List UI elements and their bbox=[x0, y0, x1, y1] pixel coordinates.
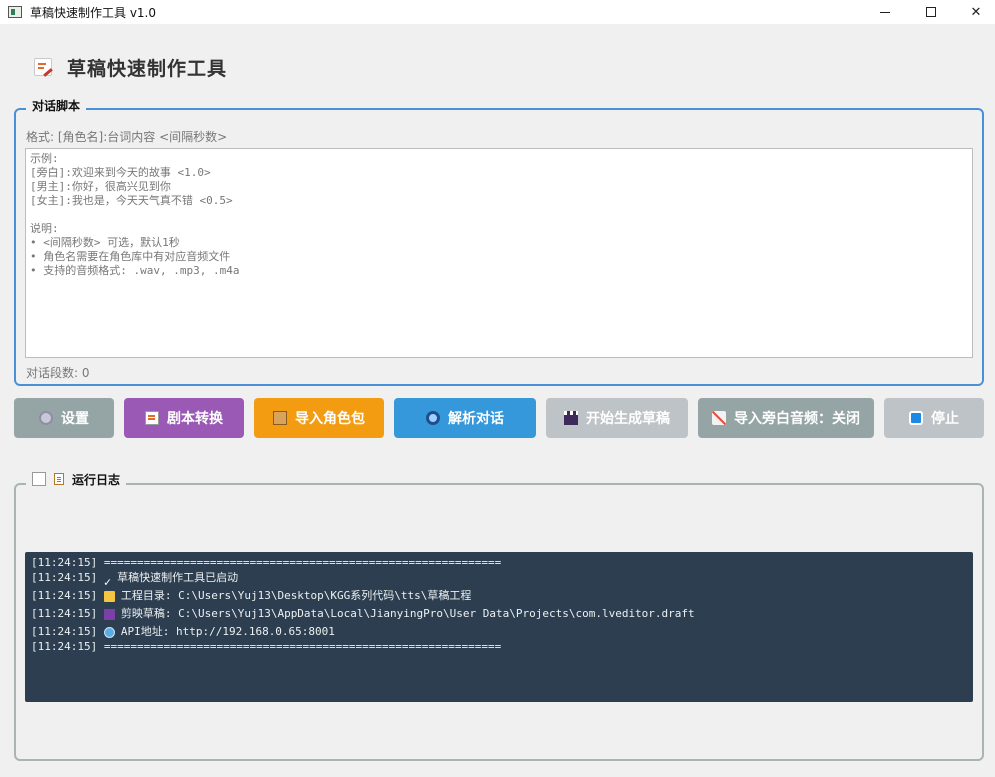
check-icon: ✓ bbox=[103, 574, 112, 589]
page-title: 草稿快速制作工具 bbox=[67, 58, 228, 80]
maximize-icon bbox=[926, 7, 936, 17]
log-line: [11:24:15] ✓ 草稿快速制作工具已启动 bbox=[31, 569, 967, 589]
log-line: [11:24:15] 剪映草稿: C:\Users\Yuj13\AppData\… bbox=[31, 605, 967, 623]
clapper-icon bbox=[564, 411, 578, 425]
maximize-button[interactable] bbox=[908, 0, 954, 24]
minimize-icon bbox=[880, 11, 890, 13]
memo-icon bbox=[34, 58, 53, 77]
script-line: • 角色名需要在角色库中有对应音频文件 bbox=[30, 250, 231, 263]
memo-icon bbox=[145, 411, 159, 425]
stop-icon bbox=[909, 411, 923, 425]
log-line: [11:24:15] 工程目录: C:\Users\Yuj13\Desktop\… bbox=[31, 587, 967, 605]
log-text: 草稿快速制作工具已启动 bbox=[117, 571, 239, 584]
log-group-legend: 运行日志 bbox=[26, 471, 127, 487]
window-title: 草稿快速制作工具 v1.0 bbox=[30, 5, 157, 20]
log-time: [11:24:15] bbox=[31, 625, 104, 638]
globe-icon bbox=[103, 626, 115, 638]
script-convert-button-label: 剧本转换 bbox=[167, 411, 223, 427]
mute-icon bbox=[712, 411, 726, 425]
package-icon bbox=[273, 411, 287, 425]
script-textarea[interactable]: 示例: [旁白]:欢迎来到今天的故事 <1.0> [男主]:你好，很高兴见到你 [女主… bbox=[25, 148, 973, 358]
narration-audio-toggle-label: 导入旁白音频：关闭 bbox=[734, 411, 860, 427]
clipboard-icon bbox=[54, 473, 64, 485]
close-icon: ✕ bbox=[970, 4, 982, 20]
import-role-pack-button[interactable]: 导入角色包 bbox=[254, 398, 384, 438]
import-role-pack-button-label: 导入角色包 bbox=[295, 411, 365, 427]
generate-draft-button-label: 开始生成草稿 bbox=[586, 411, 670, 427]
magnifier-icon bbox=[426, 411, 440, 425]
log-time: [11:24:15] bbox=[31, 640, 104, 653]
folder-icon bbox=[103, 590, 115, 602]
script-line bbox=[30, 208, 968, 222]
format-hint: 格式: [角色名]:台词内容 <间隔秒数> bbox=[26, 130, 228, 144]
log-text: ========================================… bbox=[103, 640, 502, 653]
dialog-count: 对话段数: 0 bbox=[26, 366, 90, 380]
close-button[interactable]: ✕ bbox=[953, 0, 995, 24]
log-text: API地址: http://192.168.0.65:8001 bbox=[120, 625, 335, 638]
log-text: 工程目录: C:\Users\Yuj13\Desktop\KGG系列代码\tts… bbox=[120, 589, 472, 602]
clapper-icon bbox=[103, 608, 115, 620]
log-line: [11:24:15] API地址: http://192.168.0.65:80… bbox=[31, 623, 967, 641]
stop-button[interactable]: 停止 bbox=[884, 398, 984, 438]
settings-button[interactable]: 设置 bbox=[14, 398, 114, 438]
settings-button-label: 设置 bbox=[61, 411, 89, 427]
log-time: [11:24:15] bbox=[31, 556, 104, 569]
log-time: [11:24:15] bbox=[31, 607, 104, 620]
log-line: [11:24:15] =============================… bbox=[31, 641, 967, 653]
script-line: • <间隔秒数> 可选，默认1秒 bbox=[30, 236, 180, 249]
title-bar: 草稿快速制作工具 v1.0 bbox=[0, 0, 995, 24]
script-line: 示例: bbox=[30, 152, 59, 165]
log-time: [11:24:15] bbox=[31, 589, 104, 602]
log-text: 剪映草稿: C:\Users\Yuj13\AppData\Local\Jiany… bbox=[120, 607, 695, 620]
app-icon bbox=[8, 6, 22, 18]
script-convert-button[interactable]: 剧本转换 bbox=[124, 398, 244, 438]
script-line: • 支持的音频格式: .wav, .mp3, .m4a bbox=[30, 264, 240, 277]
script-group-legend: 对话脚本 bbox=[26, 97, 87, 114]
log-output[interactable]: [11:24:15] =============================… bbox=[25, 552, 973, 702]
log-line: [11:24:15] =============================… bbox=[31, 557, 967, 569]
gear-icon bbox=[39, 411, 53, 425]
parse-dialog-button-label: 解析对话 bbox=[448, 411, 504, 427]
log-checkbox[interactable] bbox=[32, 472, 46, 486]
stop-button-label: 停止 bbox=[931, 411, 959, 427]
parse-dialog-button[interactable]: 解析对话 bbox=[394, 398, 536, 438]
minimize-button[interactable] bbox=[862, 0, 908, 24]
log-time: [11:24:15] bbox=[31, 571, 104, 584]
log-text: ========================================… bbox=[103, 556, 502, 569]
narration-audio-toggle[interactable]: 导入旁白音频：关闭 bbox=[698, 398, 874, 438]
script-line: [男主]:你好，很高兴见到你 bbox=[30, 180, 171, 193]
script-line: [旁白]:欢迎来到今天的故事 <1.0> bbox=[30, 166, 211, 179]
generate-draft-button[interactable]: 开始生成草稿 bbox=[546, 398, 688, 438]
log-group-title: 运行日志 bbox=[72, 472, 121, 487]
script-line: 说明: bbox=[30, 222, 59, 235]
script-line: [女主]:我也是，今天天气真不错 <0.5> bbox=[30, 194, 233, 207]
